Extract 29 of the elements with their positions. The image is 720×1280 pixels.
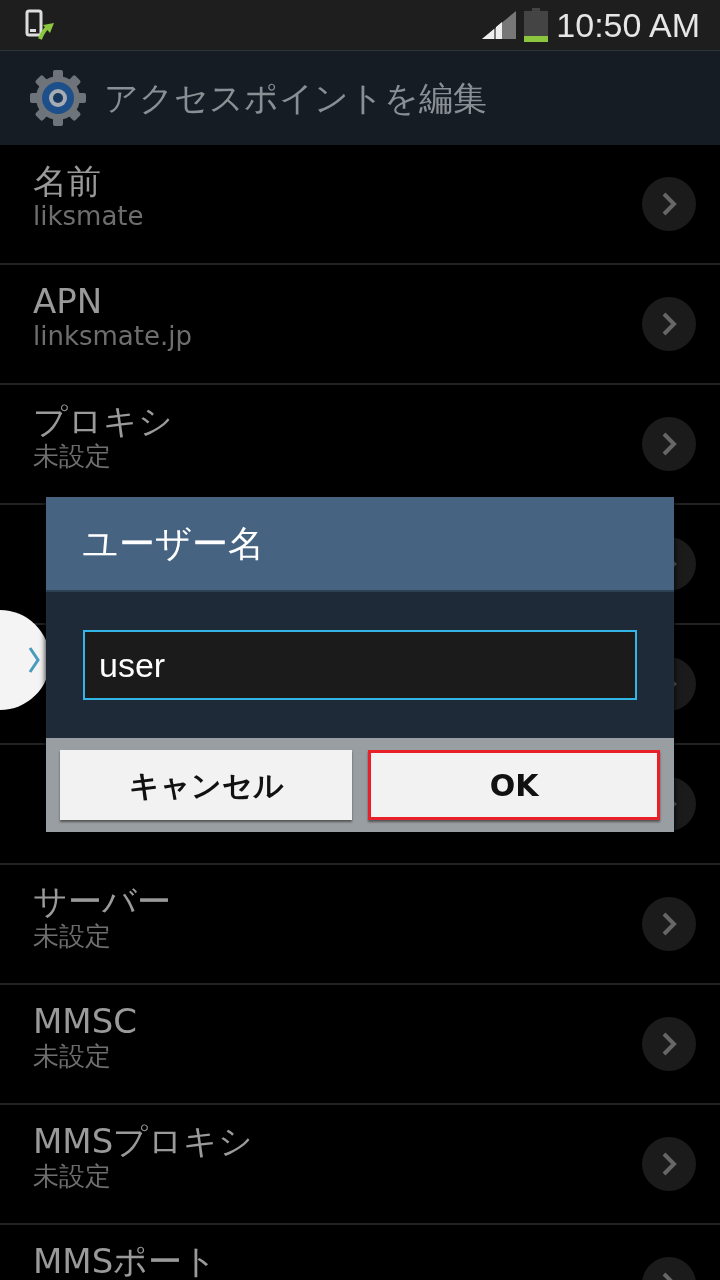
signal-icon [482,11,517,39]
setting-value: 未設定 [33,1160,112,1194]
setting-title: プロキシ [33,403,174,441]
chevron-right-icon[interactable] [642,417,696,471]
setting-title: MMSプロキシ [33,1123,255,1161]
chevron-right-icon[interactable] [642,897,696,951]
clock-time: 10:50 AM [556,4,700,46]
setting-title: MMSC [33,1003,138,1041]
setting-title: 名前 [33,163,102,201]
cancel-button[interactable]: キャンセル [60,750,352,820]
settings-icon [28,68,88,128]
upload-phone-icon [24,9,56,41]
setting-title: APN [33,283,104,321]
username-field[interactable]: user [83,630,637,700]
dialog-title: ユーザー名 [82,521,264,566]
screen-title: アクセスポイントを編集 [104,76,487,120]
chevron-right-icon[interactable] [642,177,696,231]
setting-title: サーバー [33,883,172,921]
setting-value: 未設定 [33,920,112,954]
setting-value: 未設定 [33,1040,112,1074]
chevron-right-icon[interactable] [642,1017,696,1071]
chevron-right-icon[interactable] [642,1137,696,1191]
chevron-right-icon[interactable] [642,297,696,351]
ok-button[interactable]: OK [368,750,660,820]
setting-value: liksmate [33,200,145,234]
setting-value: 未設定 [33,440,112,474]
setting-value: linksmate.jp [33,320,193,354]
setting-title: MMSポート [33,1243,219,1280]
battery-icon [524,8,549,42]
